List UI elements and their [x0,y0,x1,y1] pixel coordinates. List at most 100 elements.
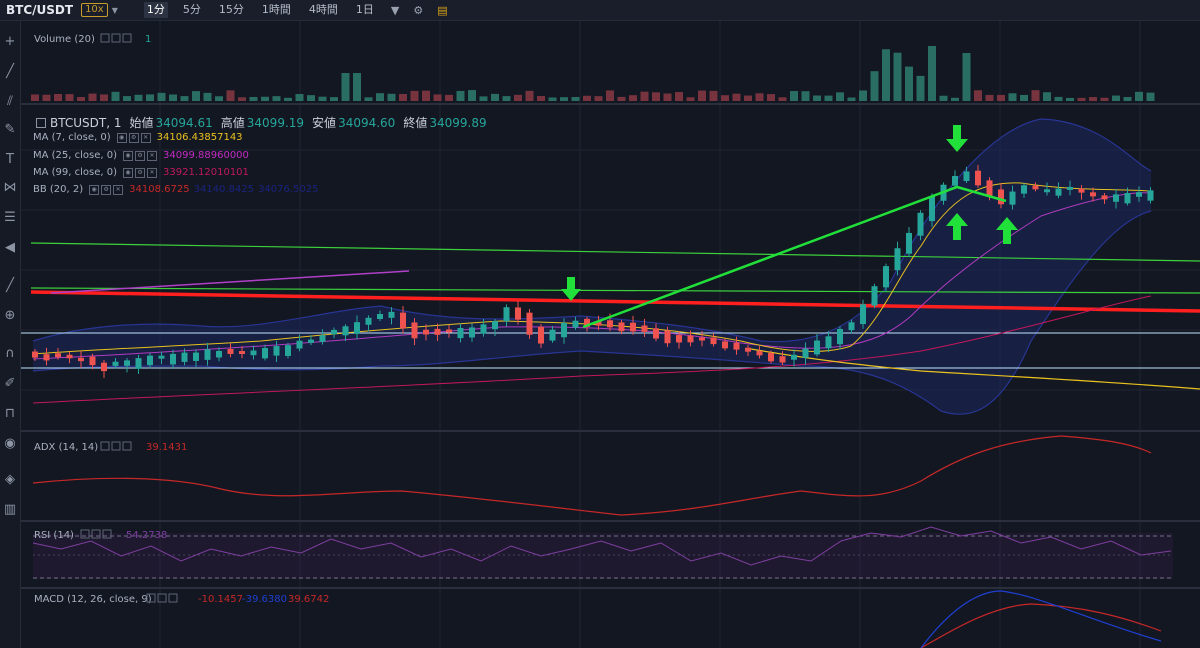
volume-bar [709,90,718,101]
bb-label: BB (20, 2) [33,184,84,195]
volume-bar [272,96,281,101]
back-arrow-icon[interactable]: ◀ [0,239,20,257]
measure-icon[interactable]: ☰ [0,209,20,227]
ruler-icon[interactable]: ╱ [0,277,20,295]
volume-bar [951,97,959,101]
eye-icon[interactable]: ◉ [0,435,20,453]
caret-down-icon[interactable]: ▼ [112,6,118,15]
volume-bar [744,95,752,101]
volume-bar [341,73,350,101]
ma99-label: MA (99, close, 0) [33,167,118,178]
symbol-label[interactable]: BTC/USDT [6,3,73,17]
ma99-buttons[interactable]: ◉ ⚙ ✕ [123,167,159,178]
volume-bar [962,53,971,101]
brush-icon[interactable]: ✎ [0,121,20,139]
volume-bar [54,94,62,101]
volume-bar [548,97,557,101]
pattern-icon[interactable]: ⋈ [0,179,20,197]
volume-bar [686,97,695,101]
volume-bar [916,75,925,101]
trash-icon[interactable]: ▥ [0,501,20,519]
timeframe-1d[interactable]: 1日 [353,2,377,18]
rsi-value: 54.2738 [126,530,167,541]
volume-bar [134,94,143,101]
unlock-icon[interactable]: ⊓ [0,405,20,423]
volume-bar [755,93,764,101]
volume-bar [249,96,258,101]
volume-bar [1123,96,1132,101]
bb-value: 34108.6725 [129,184,190,195]
magnet-icon[interactable]: ∩ [0,345,20,363]
volume-bar [226,90,235,101]
adx-legend: ADX (14, 14) [34,442,98,453]
volume-bar [824,95,833,101]
ma25-buttons[interactable]: ◉ ⚙ ✕ [123,150,159,161]
volume-bar [1077,97,1086,101]
volume-bar [307,95,315,101]
leverage-badge[interactable]: 10x [81,3,108,17]
timeframe-4h[interactable]: 4時間 [306,2,341,18]
volume-bar [778,97,787,101]
timeframe-5m[interactable]: 5分 [180,2,204,18]
volume-bar [537,95,545,101]
bb-value-3: 34076.5025 [258,184,319,195]
sliders-icon[interactable]: ⚙ [413,4,423,17]
volume-bar [31,94,39,101]
layers-icon[interactable]: ◈ [0,471,20,489]
ma7-buttons[interactable]: ◉ ⚙ ✕ [116,132,153,143]
macd-value: -10.1457 [198,594,243,605]
volume-value: 1 [145,34,151,45]
volume-bar [859,90,867,101]
volume-bar [801,91,810,101]
volume-bar [180,96,189,101]
volume-bar [606,90,614,101]
volume-bar [410,90,419,101]
volume-bar [629,95,637,101]
trend-line-icon[interactable]: ╱ [0,63,20,81]
open-label: 始値 [129,116,154,130]
volume-bar [433,94,442,101]
volume-bar [100,94,108,101]
volume-bar [1043,92,1051,101]
volume-bar [364,97,373,101]
ohlc-legend: BTCUSDT, 1 始値 34094.61 高値 34099.19 安値 34… [36,114,487,131]
volume-bar [1146,92,1155,101]
ma25-legend: MA (25, close, 0) ◉ ⚙ ✕ 34099.88960000 [33,150,249,161]
volume-bar [617,96,626,101]
zoom-icon[interactable]: ⊕ [0,307,20,325]
volume-bar [560,97,568,101]
main-series-title: BTCUSDT, 1 [50,115,122,130]
ma25-value: 34099.88960000 [163,150,249,161]
volume-bar [387,93,396,101]
collapse-icon[interactable] [36,117,46,128]
crosshair-icon[interactable]: + [0,33,20,51]
volume-bar [284,97,292,101]
low-label: 安値 [312,116,337,130]
timeframe-1m[interactable]: 1分 [143,2,168,18]
caret-down-icon[interactable]: ▼ [391,4,399,17]
text-icon[interactable]: T [0,151,20,169]
adx-value: 39.1431 [146,442,187,453]
volume-bar [663,93,672,101]
trading-app: BTC/USDT 10x ▼ 1分 5分 15分 1時間 4時間 1日 ▼ ⚙ … [0,0,1200,648]
timeframe-1h[interactable]: 1時間 [259,2,294,18]
bb-buttons[interactable]: ◉ ⚙ ✕ [89,184,125,195]
volume-bar [376,93,384,101]
volume-bar [445,94,453,101]
parallel-channel-icon[interactable]: ⫽ [0,93,20,111]
notebook-icon[interactable]: ▤ [437,4,447,17]
volume-bar [88,93,97,101]
volume-bar [1066,97,1074,101]
volume-bar [65,94,74,101]
volume-bar [238,97,246,101]
volume-bar [42,94,51,101]
volume-bar [514,94,522,101]
volume-bar [192,91,200,101]
rsi-band [33,533,1173,579]
volume-bar [893,52,902,101]
lock-drawing-icon[interactable]: ✐ [0,375,20,393]
timeframe-15m[interactable]: 15分 [216,2,247,18]
bb-value-2: 34140.8425 [193,184,255,195]
drawing-toolbar: + ╱ ⫽ ✎ T ⋈ ☰ ◀ ╱ ⊕ ∩ ✐ ⊓ ◉ ◈ ▥ [0,21,21,648]
volume-bar [169,94,177,101]
